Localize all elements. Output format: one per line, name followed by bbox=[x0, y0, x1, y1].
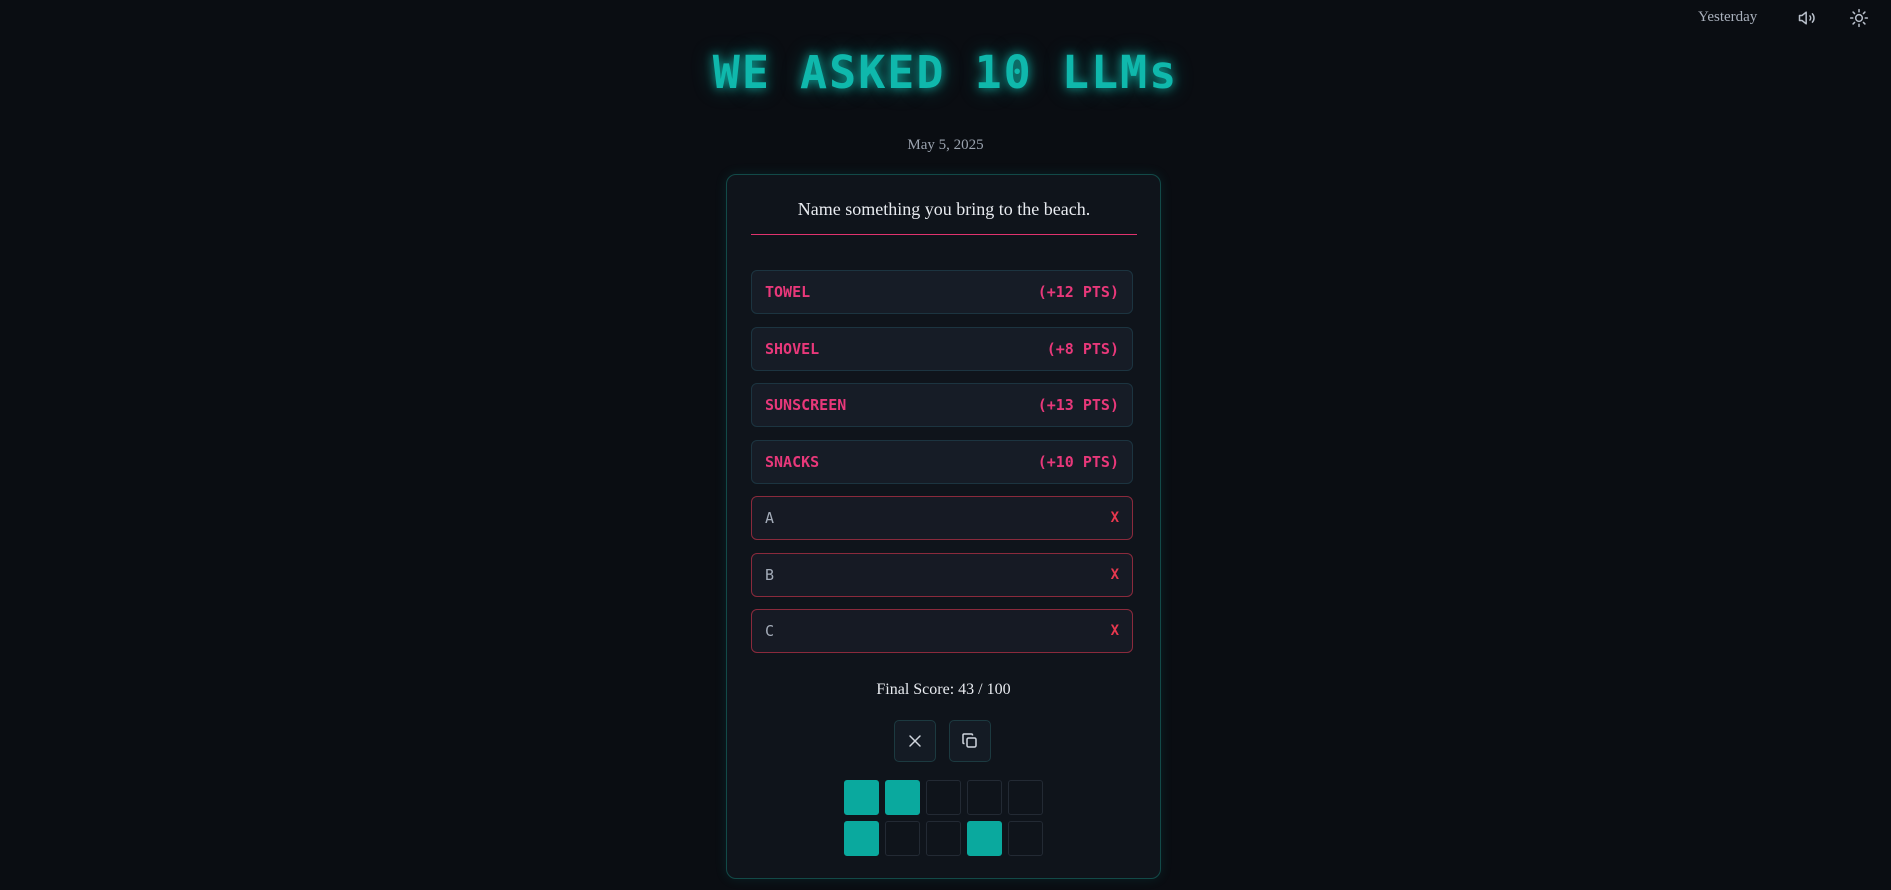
guess-row-b: B X bbox=[751, 552, 1133, 597]
copy-button[interactable] bbox=[949, 720, 991, 762]
game-card: Name something you bring to the beach. T… bbox=[726, 174, 1161, 879]
answer-label: SUNSCREEN bbox=[765, 396, 847, 414]
answer-row-towel: TOWEL (+12 PTS) bbox=[751, 270, 1133, 314]
answer-list: TOWEL (+12 PTS) SHOVEL (+8 PTS) SUNSCREE… bbox=[751, 270, 1133, 666]
answer-label: TOWEL bbox=[765, 283, 811, 301]
result-cell-hit bbox=[885, 780, 920, 815]
final-score: Final Score: 43 / 100 bbox=[876, 681, 1011, 698]
result-cell-hit bbox=[967, 821, 1002, 856]
speaker-icon[interactable] bbox=[1796, 7, 1818, 29]
guess-row-a: A X bbox=[751, 496, 1133, 540]
result-cell-miss bbox=[926, 780, 961, 815]
question-text: Name something you bring to the beach. bbox=[751, 199, 1137, 235]
answer-label: SHOVEL bbox=[765, 339, 820, 358]
answer-row-snacks: SNACKS (+10 PTS) bbox=[751, 439, 1133, 484]
result-cell-hit bbox=[844, 821, 879, 856]
action-buttons bbox=[894, 720, 991, 762]
result-cell-miss bbox=[1008, 780, 1043, 815]
game-title: WE ASKED 10 LLMs bbox=[712, 46, 1179, 99]
close-icon bbox=[909, 735, 921, 747]
answer-points: (+10 PTS) bbox=[1037, 452, 1119, 471]
result-cell-miss bbox=[1008, 821, 1043, 856]
answer-row-shovel: SHOVEL (+8 PTS) bbox=[751, 326, 1133, 371]
answer-label: SNACKS bbox=[765, 452, 820, 471]
result-cell-miss bbox=[926, 821, 961, 856]
guess-label: B bbox=[765, 565, 775, 584]
puzzle-date: May 5, 2025 bbox=[907, 137, 984, 153]
result-cell-hit bbox=[844, 780, 879, 815]
sun-icon[interactable] bbox=[1848, 7, 1870, 29]
result-cell-miss bbox=[885, 821, 920, 856]
answer-row-sunscreen: SUNSCREEN (+13 PTS) bbox=[751, 383, 1133, 427]
answer-points: (+13 PTS) bbox=[1037, 396, 1119, 414]
guess-label: A bbox=[765, 509, 775, 527]
wrong-mark-icon: X bbox=[1110, 566, 1119, 583]
guess-row-c: C X bbox=[751, 609, 1133, 653]
copy-icon bbox=[962, 733, 977, 748]
close-button[interactable] bbox=[894, 720, 936, 762]
guess-label: C bbox=[765, 622, 775, 640]
result-grid bbox=[844, 780, 1043, 856]
wrong-mark-icon: X bbox=[1110, 510, 1119, 526]
yesterday-link[interactable]: Yesterday bbox=[1698, 9, 1757, 26]
answer-points: (+12 PTS) bbox=[1037, 283, 1119, 301]
wrong-mark-icon: X bbox=[1110, 623, 1119, 639]
result-cell-miss bbox=[967, 780, 1002, 815]
answer-points: (+8 PTS) bbox=[1046, 339, 1119, 358]
